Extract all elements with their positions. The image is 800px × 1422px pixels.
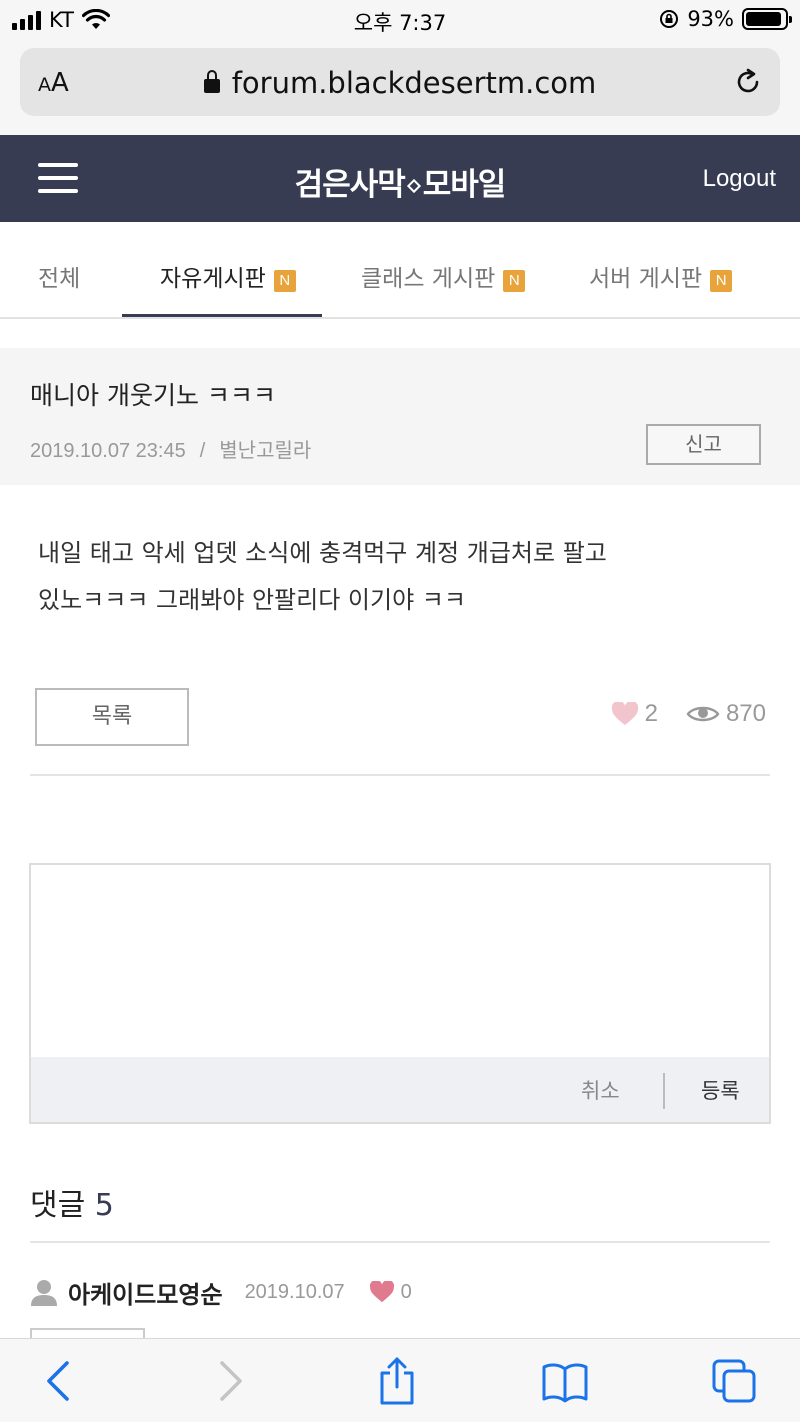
tabs-icon[interactable] [710,1357,760,1405]
like-count: 2 [644,700,658,727]
orientation-lock-icon [660,10,679,28]
comment-box-actions: 취소 등록 [31,1057,769,1122]
status-bar: KT 오후 7:37 93% [0,0,800,40]
post-author[interactable]: 별난고릴라 [219,440,311,462]
eye-icon [686,706,720,722]
tab-free-board[interactable]: 자유게시판 N [160,259,296,293]
address-bar[interactable]: AA forum.blackdesertm.com [20,48,780,116]
tab-server-board[interactable]: 서버 게시판 N [589,259,733,293]
cancel-button[interactable]: 취소 [581,1075,620,1105]
post-body-line: 있노ㅋㅋㅋ 그래봐야 안팔리다 이기야 ㅋㅋ [38,586,466,614]
comments-count: 5 [94,1188,114,1223]
post-body: 내일 태고 악세 업뎃 소식에 충격먹구 계정 개급처로 팔고 있노ㅋㅋㅋ 그래… [38,530,768,624]
site-header: 검은사막 모바일 Logout [0,135,800,222]
list-button[interactable]: 목록 [35,688,189,746]
comment-author[interactable]: 아케이드모영순 [68,1275,223,1310]
tab-all[interactable]: 전체 [38,259,80,293]
board-tabs: 전체 자유게시판 N 클래스 게시판 N 서버 게시판 N [0,222,800,319]
submit-button[interactable]: 등록 [701,1075,740,1105]
site-logo[interactable]: 검은사막 모바일 [0,159,800,204]
post-body-line: 내일 태고 악세 업뎃 소식에 충격먹구 계정 개급처로 팔고 [38,539,607,567]
heart-icon [369,1281,394,1303]
battery-icon [742,8,792,30]
tab-class-board[interactable]: 클래스 게시판 N [361,259,526,293]
comment-box: 취소 등록 [29,863,771,1124]
divider [30,774,770,776]
comment-input[interactable] [31,865,769,1057]
comment-item: 아케이드모영순 2019.10.07 0 [30,1274,412,1310]
comments-label: 댓글 [30,1188,86,1223]
post-title: 매니아 개웃기노 ㅋㅋㅋ [30,381,276,410]
new-badge: N [710,270,733,292]
tab-label: 전체 [38,266,81,292]
comment-date: 2019.10.07 [244,1280,345,1303]
battery-percent: 93% [687,7,734,31]
view-count: 870 [725,700,766,727]
comments-heading: 댓글 5 [30,1180,114,1224]
action-separator [663,1073,665,1109]
lock-icon [203,70,220,93]
forward-icon[interactable] [204,1357,254,1405]
comment-like-button[interactable]: 0 [369,1281,412,1304]
status-right: 93% [659,7,792,31]
new-badge: N [503,270,526,292]
active-tab-indicator [122,314,322,317]
logo-left: 검은사막 [294,167,406,203]
tab-label: 자유게시판 [160,266,266,292]
post-date: 2019.10.07 23:45 [30,440,186,462]
post-header: 매니아 개웃기노 ㅋㅋㅋ 2019.10.07 23:45 / 별난고릴라 신고 [0,348,800,485]
report-button[interactable]: 신고 [646,424,761,465]
browser-toolbar [0,1338,800,1422]
view-stat: 870 [686,700,766,728]
tab-label: 클래스 게시판 [361,266,496,292]
like-button[interactable]: 2 [611,700,658,728]
comment-like-count: 0 [400,1280,412,1303]
share-icon[interactable] [372,1357,422,1405]
logo-right: 모바일 [422,167,507,203]
new-badge: N [273,270,296,292]
user-icon [31,1280,57,1306]
back-icon[interactable] [35,1357,85,1405]
divider [30,1241,770,1243]
browser-address-area: AA forum.blackdesertm.com [0,40,800,135]
heart-icon [611,702,638,725]
reload-icon[interactable] [732,66,764,98]
url-display[interactable]: forum.blackdesertm.com [20,66,780,100]
tab-label: 서버 게시판 [589,266,703,292]
post-meta: 2019.10.07 23:45 / 별난고릴라 [30,434,311,463]
logout-button[interactable]: Logout [703,165,776,193]
meta-separator: / [199,440,206,462]
url-text: forum.blackdesertm.com [231,66,597,100]
post-stats: 2 870 [611,700,766,728]
logo-diamond-icon [406,178,421,194]
bookmarks-icon[interactable] [540,1357,590,1405]
battery-fill [746,12,782,26]
